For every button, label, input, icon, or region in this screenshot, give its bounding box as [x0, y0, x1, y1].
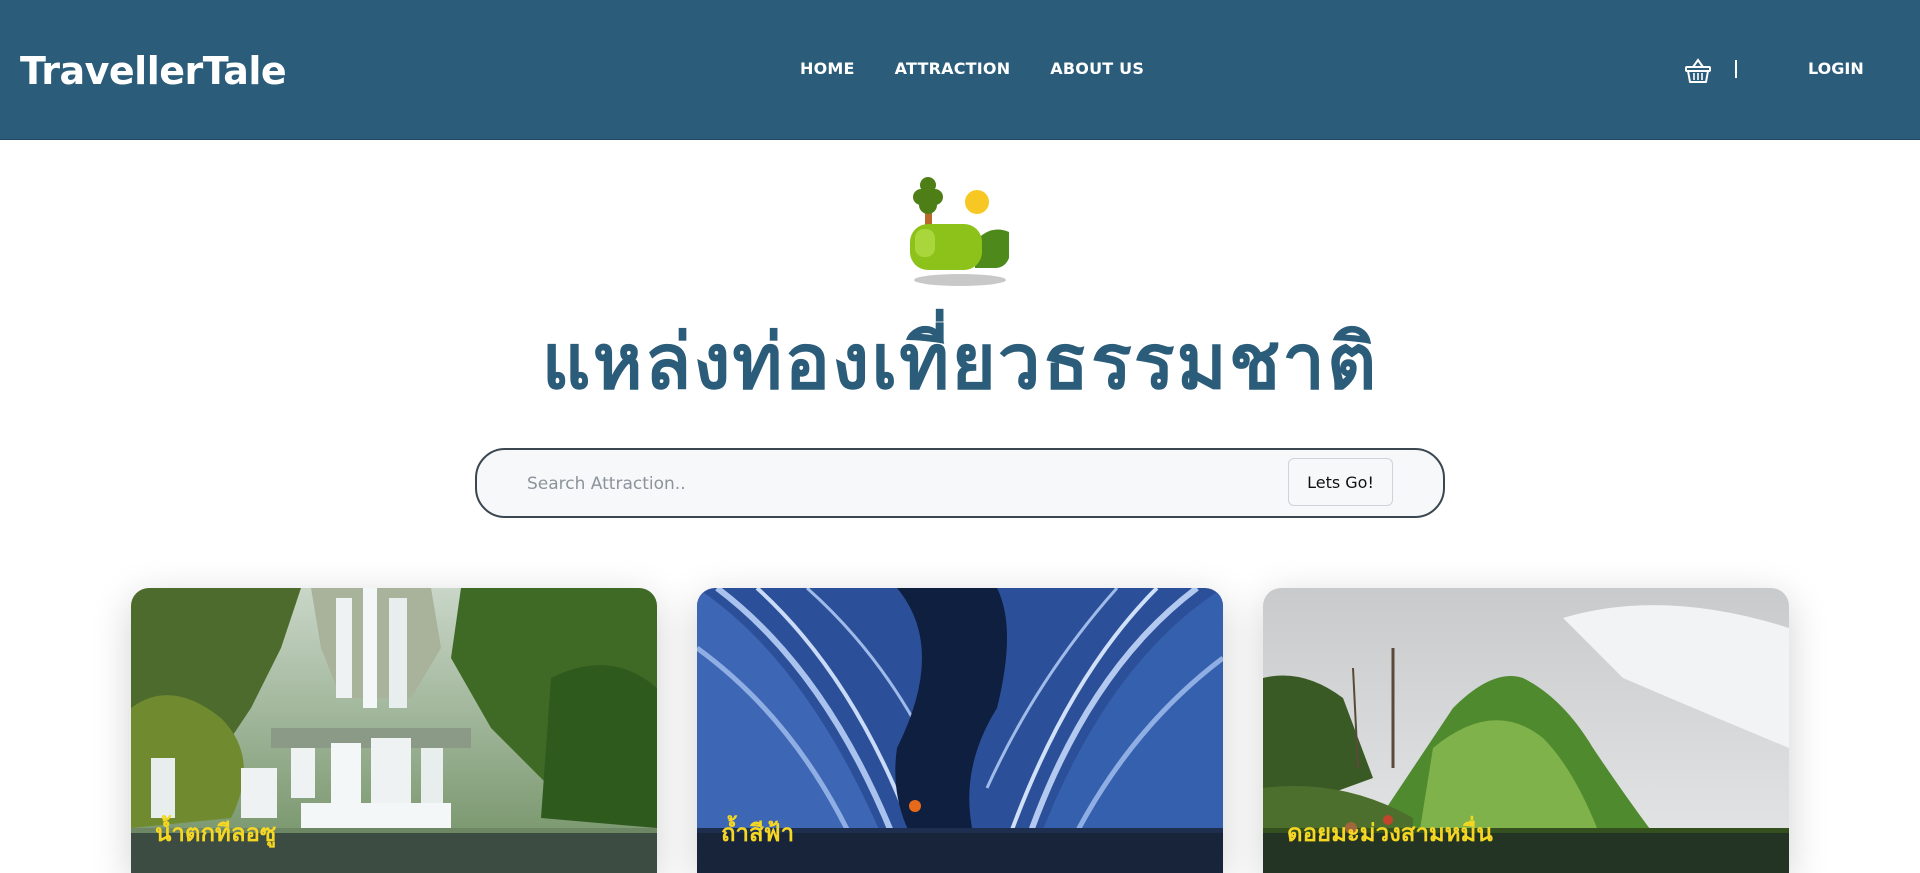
page-title: แหล่งท่องเที่ยวธรรมชาติ: [541, 317, 1379, 406]
nav-about-link[interactable]: ABOUT US: [1050, 58, 1144, 80]
attraction-card-blue-cave[interactable]: ถ้ำสีฟ้า: [697, 588, 1223, 873]
search-input[interactable]: [527, 468, 1267, 500]
nature-landscape-icon: [910, 177, 1009, 286]
card-title: ดอยมะม่วงสามหมื่น: [1287, 819, 1493, 847]
attraction-card-waterfall[interactable]: น้ำตกทีลอซู: [131, 588, 657, 873]
search-bar: Lets Go!: [475, 448, 1445, 518]
main-nav: HOME ATTRACTION ABOUT US: [800, 58, 1144, 80]
basket-icon[interactable]: [1684, 58, 1712, 84]
card-title: ถ้ำสีฟ้า: [721, 819, 795, 847]
nav-divider: [1735, 60, 1737, 78]
nav-home-link[interactable]: HOME: [800, 58, 855, 80]
card-title: น้ำตกทีลอซู: [155, 819, 277, 847]
attraction-card-mountain[interactable]: ดอยมะม่วงสามหมื่น: [1263, 588, 1789, 873]
search-button[interactable]: Lets Go!: [1288, 458, 1393, 506]
nav-attraction-link[interactable]: ATTRACTION: [895, 58, 1011, 80]
brand-logo[interactable]: TravellerTale: [20, 48, 287, 94]
top-navbar: TravellerTale HOME ATTRACTION ABOUT US L…: [0, 0, 1920, 140]
login-link[interactable]: LOGIN: [1808, 58, 1864, 80]
